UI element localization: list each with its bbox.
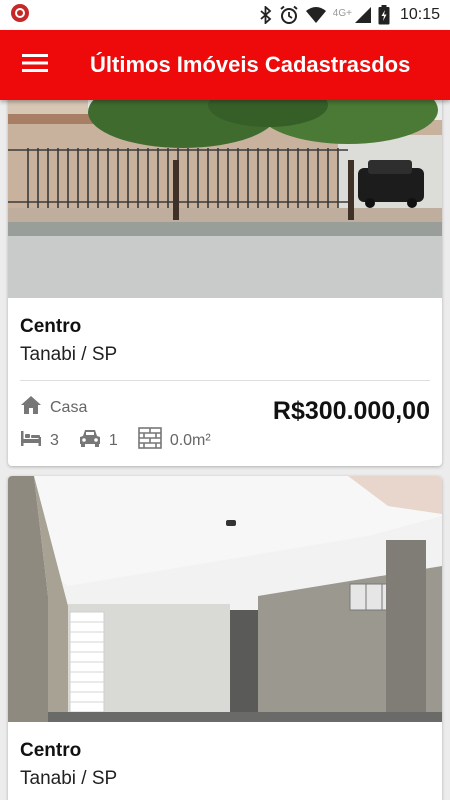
- property-list[interactable]: Centro Tanabi / SP Casa 3 1 0.0m² R$300.…: [0, 100, 450, 800]
- menu-button[interactable]: [0, 30, 70, 100]
- bedrooms-count: 3: [50, 431, 59, 449]
- bed-icon: [20, 429, 42, 452]
- brick-wall-icon: [138, 427, 162, 454]
- parking-feature: 1: [79, 428, 118, 453]
- property-type-label: Casa: [50, 398, 88, 416]
- car-icon: [79, 428, 101, 453]
- property-card[interactable]: Centro Tanabi / SP Casa 3 1 0.0m² R$300.…: [8, 100, 442, 466]
- listing-city: Tanabi / SP: [20, 344, 118, 365]
- alarm-icon: [279, 5, 299, 25]
- property-type: Casa: [20, 395, 87, 420]
- clock: 10:15: [399, 6, 440, 23]
- app-notification-icon: [10, 3, 30, 28]
- wifi-icon: [305, 6, 327, 24]
- listing-city: Tanabi / SP: [20, 768, 118, 789]
- features-row: 3 1 0.0m²: [20, 427, 231, 454]
- listing-neighborhood: Centro: [20, 740, 82, 761]
- battery-charging-icon: [378, 5, 390, 25]
- listing-price: R$300.000,00: [272, 397, 430, 425]
- signal-icon: [354, 6, 372, 24]
- property-photo: [8, 476, 442, 722]
- area-feature: 0.0m²: [138, 427, 211, 454]
- property-card[interactable]: Centro Tanabi / SP: [8, 476, 442, 800]
- property-photo: [8, 100, 442, 298]
- app-bar: Últimos Imóveis Cadastrasdos: [0, 30, 450, 100]
- area-value: 0.0m²: [169, 431, 211, 449]
- hamburger-menu-icon: [22, 53, 48, 78]
- home-icon: [20, 395, 42, 420]
- listing-info: Casa 3 1 0.0m² R$300.000,00: [20, 381, 430, 465]
- listing-neighborhood: Centro: [20, 316, 82, 337]
- page-title: Últimos Imóveis Cadastrasdos: [90, 52, 411, 77]
- bluetooth-icon: [259, 6, 273, 24]
- parking-count: 1: [108, 431, 118, 449]
- status-bar: 4G+ 10:15: [0, 0, 450, 30]
- bedrooms-feature: 3: [20, 429, 59, 452]
- network-type-label: 4G+: [332, 8, 352, 19]
